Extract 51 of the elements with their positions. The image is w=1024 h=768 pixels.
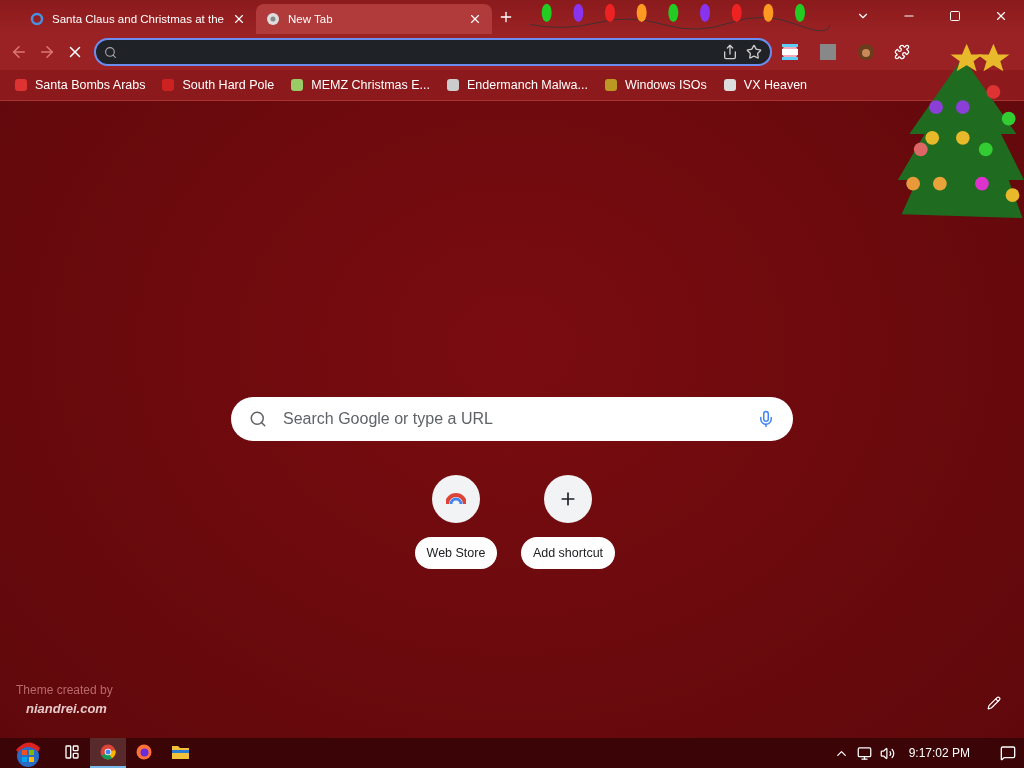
flag-extension-icon[interactable] (782, 44, 798, 60)
forward-icon[interactable] (38, 43, 56, 61)
favicon-icon (446, 78, 460, 92)
clock[interactable]: 9:17:02 PM (908, 746, 970, 760)
shortcut-tile[interactable] (432, 475, 480, 523)
favicon-icon (14, 78, 28, 92)
share-icon[interactable] (722, 44, 738, 60)
firefox-icon[interactable] (136, 744, 152, 760)
theme-author-link[interactable]: niandrei.com (26, 701, 113, 716)
tab-title: New Tab (288, 13, 334, 25)
bookmark-item[interactable]: Santa Bombs Arabs (14, 78, 146, 92)
favicon-icon (722, 78, 737, 92)
close-icon[interactable] (468, 12, 482, 26)
favicon-icon (290, 78, 305, 92)
microphone-icon[interactable] (757, 410, 775, 428)
favicon-icon (603, 78, 618, 92)
search-field[interactable]: Search Google or type a URL (231, 397, 793, 441)
close-icon (994, 9, 1008, 23)
rainbow-icon (446, 493, 466, 505)
network-icon[interactable] (856, 745, 872, 761)
back-icon[interactable] (10, 43, 28, 61)
browser-tab[interactable]: Santa Claus and Christmas at the (20, 4, 256, 34)
bookmark-star-icon[interactable] (746, 44, 762, 60)
chrome-icon[interactable] (100, 744, 116, 760)
bookmark-item[interactable]: South Hard Pole (161, 78, 275, 92)
notifications-icon[interactable] (1000, 745, 1016, 761)
address-bar[interactable] (94, 38, 772, 66)
tab-title: Santa Claus and Christmas at the (52, 13, 224, 25)
bookmark-item[interactable]: MEMZ Christmas E... (290, 78, 430, 92)
close-icon[interactable] (232, 12, 246, 26)
avatar-icon[interactable] (858, 44, 874, 60)
new-tab-icon[interactable] (498, 9, 514, 25)
search-icon (249, 410, 267, 428)
maximize-icon (949, 10, 961, 22)
volume-icon[interactable] (879, 745, 895, 761)
extensions-icon[interactable] (894, 44, 910, 60)
loading-spinner-icon (30, 12, 44, 26)
bookmark-item[interactable]: Endermanch Malwa... (446, 78, 588, 92)
bookmark-item[interactable]: Windows ISOs (603, 78, 707, 92)
search-icon (104, 45, 117, 59)
browser-tab[interactable]: New Tab (256, 4, 492, 34)
theme-credit-text: Theme created by (16, 683, 113, 697)
shortcut-label[interactable]: Add shortcut (520, 537, 616, 569)
pencil-icon (987, 695, 1001, 710)
favicon-icon (161, 78, 176, 92)
bookmark-item[interactable]: VX Heaven (722, 78, 808, 92)
folder-icon[interactable] (171, 745, 189, 759)
shortcut-tile[interactable] (544, 475, 592, 523)
task-view-icon[interactable] (64, 744, 80, 760)
shortcut-label[interactable]: Web Store (414, 537, 498, 569)
taskbar-button[interactable] (90, 738, 126, 768)
